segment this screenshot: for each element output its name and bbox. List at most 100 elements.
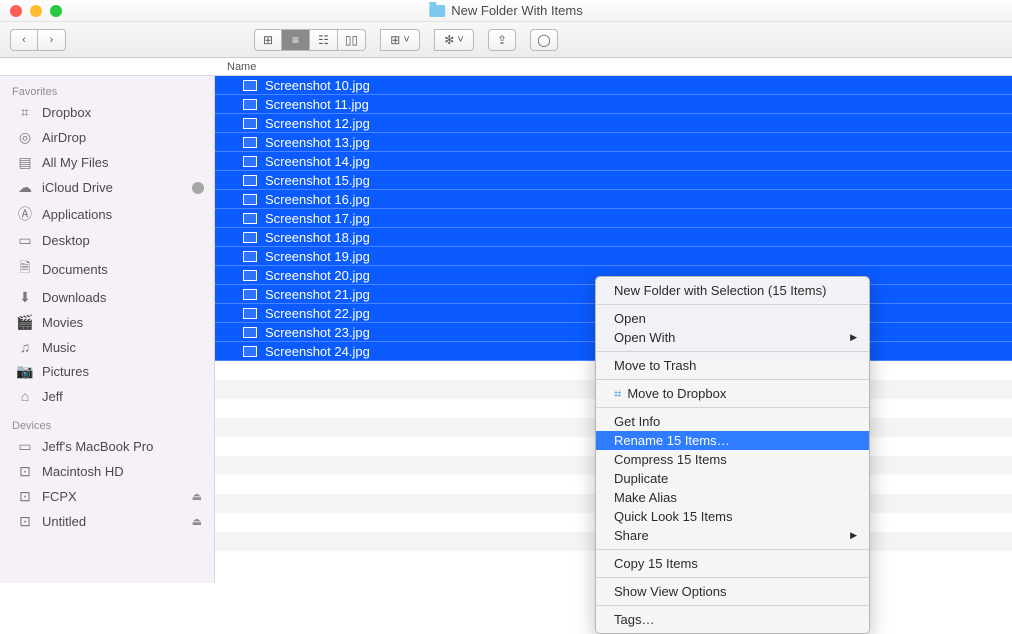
ctx-copy[interactable]: Copy 15 Items xyxy=(596,554,869,573)
sidebar-item-label: AirDrop xyxy=(42,130,86,145)
titlebar: New Folder With Items xyxy=(0,0,1012,22)
sidebar-item-documents[interactable]: 🗎Documents xyxy=(0,253,214,285)
folder-icon xyxy=(429,5,445,17)
image-file-icon xyxy=(243,118,257,129)
arrange-icon: ⊞ xyxy=(390,33,400,47)
file-row[interactable]: Screenshot 17.jpg xyxy=(215,209,1012,228)
fullscreen-window-button[interactable] xyxy=(50,5,62,17)
sidebar-item-label: Jeff's MacBook Pro xyxy=(42,439,153,454)
file-row[interactable]: Screenshot 16.jpg xyxy=(215,190,1012,209)
file-row[interactable]: Screenshot 11.jpg xyxy=(215,95,1012,114)
eject-icon[interactable]: ⏏ xyxy=(192,515,202,528)
file-row[interactable]: Screenshot 14.jpg xyxy=(215,152,1012,171)
ctx-quick-look[interactable]: Quick Look 15 Items xyxy=(596,507,869,526)
eject-icon[interactable]: ⏏ xyxy=(192,490,202,503)
sidebar-item-desktop[interactable]: ▭Desktop xyxy=(0,228,214,253)
sidebar-item-all-my-files[interactable]: ▤All My Files xyxy=(0,150,214,175)
context-menu: New Folder with Selection (15 Items) Ope… xyxy=(595,276,870,634)
view-icons-button[interactable]: ⊞ xyxy=(254,29,282,51)
ctx-move-to-trash[interactable]: Move to Trash xyxy=(596,356,869,375)
tags-button[interactable]: ◯ xyxy=(530,29,558,51)
sidebar-device-jeff-s-macbook-pro[interactable]: ▭Jeff's MacBook Pro xyxy=(0,434,214,459)
file-name: Screenshot 23.jpg xyxy=(265,325,370,340)
sidebar-section-devices: Devices xyxy=(0,416,214,434)
ctx-open[interactable]: Open xyxy=(596,309,869,328)
file-name: Screenshot 24.jpg xyxy=(265,344,370,359)
forward-button[interactable]: › xyxy=(38,29,66,51)
back-button[interactable]: ‹ xyxy=(10,29,38,51)
ctx-duplicate[interactable]: Duplicate xyxy=(596,469,869,488)
sidebar-item-pictures[interactable]: 📷Pictures xyxy=(0,359,214,384)
file-row[interactable]: Screenshot 15.jpg xyxy=(215,171,1012,190)
file-row[interactable]: Screenshot 19.jpg xyxy=(215,247,1012,266)
sidebar-icon: ⬇ xyxy=(16,289,34,306)
sidebar-item-downloads[interactable]: ⬇Downloads xyxy=(0,285,214,310)
image-file-icon xyxy=(243,175,257,186)
ctx-separator xyxy=(596,304,869,305)
file-name: Screenshot 14.jpg xyxy=(265,154,370,169)
sidebar-item-airdrop[interactable]: ◎ AirDrop xyxy=(0,125,214,150)
sidebar-item-applications[interactable]: ⒶApplications xyxy=(0,200,214,228)
ctx-share[interactable]: Share xyxy=(596,526,869,545)
drive-icon: ⊡ xyxy=(16,513,34,530)
gear-icon: ✻ xyxy=(444,33,454,47)
file-name: Screenshot 11.jpg xyxy=(265,97,369,112)
sidebar-icon: ⌂ xyxy=(16,388,34,404)
sidebar-item-dropbox[interactable]: ⌗Dropbox xyxy=(0,100,214,125)
file-row[interactable]: Screenshot 18.jpg xyxy=(215,228,1012,247)
image-file-icon xyxy=(243,270,257,281)
sidebar-item-movies[interactable]: 🎬Movies xyxy=(0,310,214,335)
close-window-button[interactable] xyxy=(10,5,22,17)
ctx-tags[interactable]: Tags… xyxy=(596,610,869,629)
ctx-move-to-dropbox[interactable]: ⌗Move to Dropbox xyxy=(596,384,869,403)
arrange-button[interactable]: ⊞ ˅ xyxy=(380,29,420,51)
column-header[interactable]: Name xyxy=(0,58,1012,76)
file-name: Screenshot 18.jpg xyxy=(265,230,370,245)
view-columns-button[interactable]: ☷ xyxy=(310,29,338,51)
minimize-window-button[interactable] xyxy=(30,5,42,17)
share-button[interactable]: ⇪ xyxy=(488,29,516,51)
action-button-group: ✻ ˅ xyxy=(434,29,474,51)
share-icon: ⇪ xyxy=(497,33,507,47)
file-name: Screenshot 17.jpg xyxy=(265,211,370,226)
ctx-new-folder-selection[interactable]: New Folder with Selection (15 Items) xyxy=(596,281,869,300)
image-file-icon xyxy=(243,308,257,319)
sidebar-device-fcpx[interactable]: ⊡FCPX⏏ xyxy=(0,484,214,509)
sidebar-device-macintosh-hd[interactable]: ⊡Macintosh HD xyxy=(0,459,214,484)
sidebar-item-jeff[interactable]: ⌂Jeff xyxy=(0,384,214,408)
ctx-open-with[interactable]: Open With xyxy=(596,328,869,347)
sidebar-item-label: Desktop xyxy=(42,233,90,248)
sidebar-icon: ▤ xyxy=(16,154,34,171)
arrange-button-group: ⊞ ˅ xyxy=(380,29,420,51)
sidebar-icon: ♫ xyxy=(16,339,34,355)
sidebar-device-untitled[interactable]: ⊡Untitled⏏ xyxy=(0,509,214,534)
view-gallery-button[interactable]: ▯▯ xyxy=(338,29,366,51)
ctx-separator xyxy=(596,605,869,606)
image-file-icon xyxy=(243,251,257,262)
sidebar-item-label: Macintosh HD xyxy=(42,464,124,479)
ctx-get-info[interactable]: Get Info xyxy=(596,412,869,431)
sidebar-icon: ◎ xyxy=(16,129,34,146)
image-file-icon xyxy=(243,137,257,148)
file-row[interactable]: Screenshot 12.jpg xyxy=(215,114,1012,133)
ctx-show-view-options[interactable]: Show View Options xyxy=(596,582,869,601)
chevron-down-icon: ˅ xyxy=(403,34,409,46)
ctx-rename[interactable]: Rename 15 Items… xyxy=(596,431,869,450)
file-list[interactable]: Screenshot 10.jpg Screenshot 11.jpg Screen… xyxy=(215,76,1012,583)
action-button[interactable]: ✻ ˅ xyxy=(434,29,474,51)
sidebar-icon: 🎬 xyxy=(16,314,34,331)
file-name: Screenshot 19.jpg xyxy=(265,249,370,264)
ctx-compress[interactable]: Compress 15 Items xyxy=(596,450,869,469)
sidebar-item-label: FCPX xyxy=(42,489,77,504)
image-file-icon xyxy=(243,289,257,300)
file-row[interactable]: Screenshot 13.jpg xyxy=(215,133,1012,152)
sidebar-item-icloud-drive[interactable]: ☁iCloud Drive xyxy=(0,175,214,200)
ctx-make-alias[interactable]: Make Alias xyxy=(596,488,869,507)
file-name: Screenshot 12.jpg xyxy=(265,116,370,131)
file-row[interactable]: Screenshot 10.jpg xyxy=(215,76,1012,95)
tags-icon: ◯ xyxy=(537,33,550,47)
columns-icon: ☷ xyxy=(318,33,329,47)
sidebar-item-music[interactable]: ♫ Music xyxy=(0,335,214,359)
view-list-button[interactable]: ≡ xyxy=(282,29,310,51)
sidebar-item-label: Music xyxy=(42,340,76,355)
